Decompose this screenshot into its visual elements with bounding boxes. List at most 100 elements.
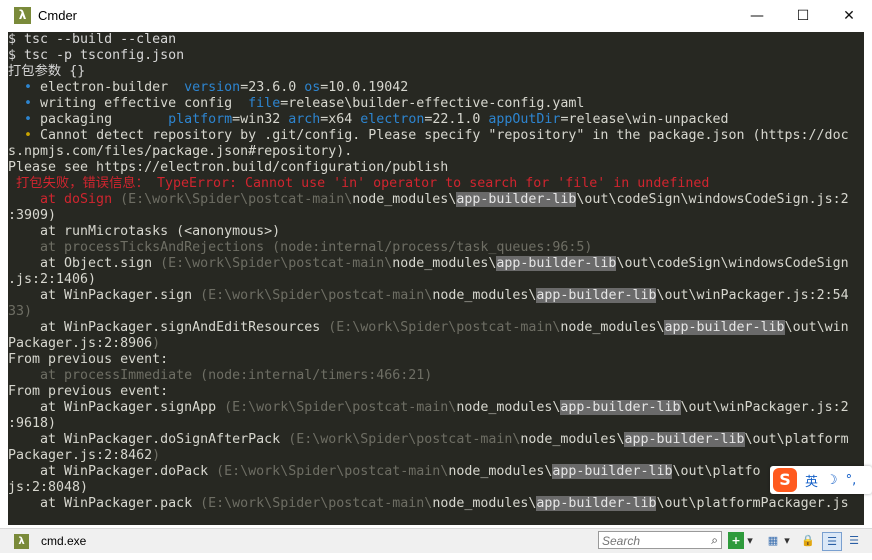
terminal-text: node_modules\ (456, 400, 561, 415)
terminal-text: at runMicrotasks (<anonymous>) (8, 224, 281, 239)
terminal-text: node_modules\ (432, 496, 537, 511)
search-icon[interactable]: ⌕ (711, 533, 718, 548)
terminal-output[interactable]: $ tsc --build --clean $ tsc -p tsconfig.j… (8, 32, 864, 525)
lock-button[interactable]: 🔒 (800, 532, 816, 549)
terminal-text: =22.1.0 (424, 112, 489, 127)
terminal-text: at WinPackager.signApp (8, 400, 225, 415)
terminal-text: :3909) (8, 208, 57, 223)
terminal-line: at runMicrotasks (<anonymous>) (8, 224, 864, 240)
terminal-text: at doSign (8, 192, 121, 207)
chevron-down-icon: ▾ (784, 534, 790, 547)
terminal-text: at WinPackager.sign (8, 288, 201, 303)
close-button[interactable]: ✕ (826, 0, 872, 32)
terminal-line: at doSign (E:\work\Spider\postcat-main\n… (8, 192, 864, 208)
terminal-text: 33) (8, 304, 33, 319)
terminal-text: at WinPackager.pack (8, 496, 201, 511)
terminal-text: s.npmjs.com/files/package.json#repositor… (8, 144, 353, 159)
cmder-app-icon[interactable]: λ (14, 7, 31, 24)
terminal-text: js:2:8048) (8, 480, 89, 495)
terminal-line: at processTicksAndRejections (node:inter… (8, 240, 864, 256)
terminal-text: \out\win (784, 320, 849, 335)
title-bar[interactable]: λ Cmder — ☐ ✕ (0, 0, 872, 32)
terminal-text: Packager.js:2:8906 (8, 336, 153, 351)
terminal-text: os (304, 80, 321, 95)
maximize-button[interactable]: ☐ (780, 0, 826, 32)
maximize-icon: ☐ (796, 8, 810, 24)
punctuation-toggle[interactable]: °, (846, 473, 857, 488)
highlighted-match: app-builder-lib (552, 464, 673, 479)
terminal-text: node_modules\ (392, 256, 497, 271)
terminal-text: writing effective config (40, 96, 249, 111)
terminal-text: (E:\work\Spider\postcat-main\ (288, 432, 521, 447)
terminal-line: at WinPackager.sign (E:\work\Spider\post… (8, 288, 864, 304)
terminal-text: at WinPackager.doSignAfterPack (8, 432, 289, 447)
terminal-line: js:2:8048) (8, 480, 864, 496)
terminal-text: at WinPackager.doPack (8, 464, 217, 479)
menu-button[interactable]: ☰ (846, 532, 862, 549)
terminal-text: 打包参数 {} (8, 64, 86, 79)
terminal-text: $ tsc -p tsconfig.json (8, 48, 185, 63)
terminal-line: at Object.sign (E:\work\Spider\postcat-m… (8, 256, 864, 272)
terminal-text: • (8, 128, 41, 143)
terminal-line: s.npmjs.com/files/package.json#repositor… (8, 144, 864, 160)
terminal-line: Packager.js:2:8462) (8, 448, 864, 464)
terminal-text: arch (288, 112, 321, 127)
new-console-button[interactable]: + (728, 532, 744, 549)
terminal-text: Please see https://electron.build/config… (8, 160, 449, 175)
terminal-text: file (248, 96, 281, 111)
terminal-text: • (8, 80, 41, 95)
console-tab-label: cmd.exe (41, 534, 87, 548)
terminal-line: 打包参数 {} (8, 64, 864, 80)
terminal-line: at processImmediate (node:internal/timer… (8, 368, 864, 384)
highlighted-match: app-builder-lib (536, 288, 657, 303)
terminal-line: :9618) (8, 416, 864, 432)
panes-button[interactable]: ▦ (765, 532, 781, 549)
terminal-text: From previous event: (8, 384, 169, 399)
terminal-line: $ tsc --build --clean (8, 32, 864, 48)
sogou-ime-icon[interactable]: S (773, 468, 797, 492)
terminal-text: \out\platfo (672, 464, 761, 479)
terminal-text: :9618) (8, 416, 57, 431)
minimize-button[interactable]: — (734, 0, 780, 32)
terminal-line: :3909) (8, 208, 864, 224)
terminal-text: (E:\work\Spider\postcat-main\ (120, 192, 353, 207)
highlighted-match: app-builder-lib (624, 432, 745, 447)
panes-dropdown[interactable]: ▾ (782, 532, 792, 549)
terminal-text: From previous event: (8, 352, 169, 367)
highlighted-match: app-builder-lib (664, 320, 785, 335)
terminal-line: .js:2:1406) (8, 272, 864, 288)
moon-icon[interactable]: ☽ (826, 473, 838, 488)
terminal-text: 打包失败，错误信息： TypeError: Cannot use 'in' op… (8, 176, 710, 191)
new-console-dropdown[interactable]: ▾ (745, 532, 755, 549)
terminal-text: at processImmediate (node:internal/timer… (8, 368, 433, 383)
terminal-line: Please see https://electron.build/config… (8, 160, 864, 176)
panes-icon: ▦ (767, 534, 779, 547)
highlighted-match: app-builder-lib (496, 256, 617, 271)
terminal-text: =release\win-unpacked (560, 112, 729, 127)
terminal-line: $ tsc -p tsconfig.json (8, 48, 864, 64)
terminal-line: at WinPackager.signAndEditResources (E:\… (8, 320, 864, 336)
terminal-text: \out\codeSign\windowsCodeSign (616, 256, 849, 271)
ime-toolbar[interactable]: S 英 ☽ °, (770, 466, 872, 494)
terminal-text: node_modules\ (352, 192, 457, 207)
list-view-button[interactable]: ☰ (822, 532, 842, 551)
plus-icon: + (731, 534, 741, 547)
terminal-text: node_modules\ (520, 432, 625, 447)
terminal-text: =10.0.19042 (320, 80, 409, 95)
terminal-text: =23.6.0 (240, 80, 305, 95)
terminal-line: 33) (8, 304, 864, 320)
terminal-text: .js:2:1406) (8, 272, 97, 287)
minimize-icon: — (750, 8, 764, 24)
terminal-text: (E:\work\Spider\postcat-main\ (200, 496, 433, 511)
terminal-line: at WinPackager.doPack (E:\work\Spider\po… (8, 464, 864, 480)
terminal-text: ) (152, 448, 161, 463)
terminal-line: • packaging platform=win32 arch=x64 elec… (8, 112, 864, 128)
terminal-line: 打包失败，错误信息： TypeError: Cannot use 'in' op… (8, 176, 864, 192)
terminal-line: at WinPackager.pack (E:\work\Spider\post… (8, 496, 864, 512)
ime-language-toggle[interactable]: 英 (805, 471, 818, 490)
terminal-text: \out\winPackager.js:2 (680, 400, 849, 415)
terminal-text: $ tsc --build --clean (8, 32, 177, 47)
search-input[interactable] (602, 534, 700, 548)
search-box[interactable]: ⌕ (598, 531, 722, 549)
console-tab[interactable]: λ cmd.exe (8, 531, 110, 551)
